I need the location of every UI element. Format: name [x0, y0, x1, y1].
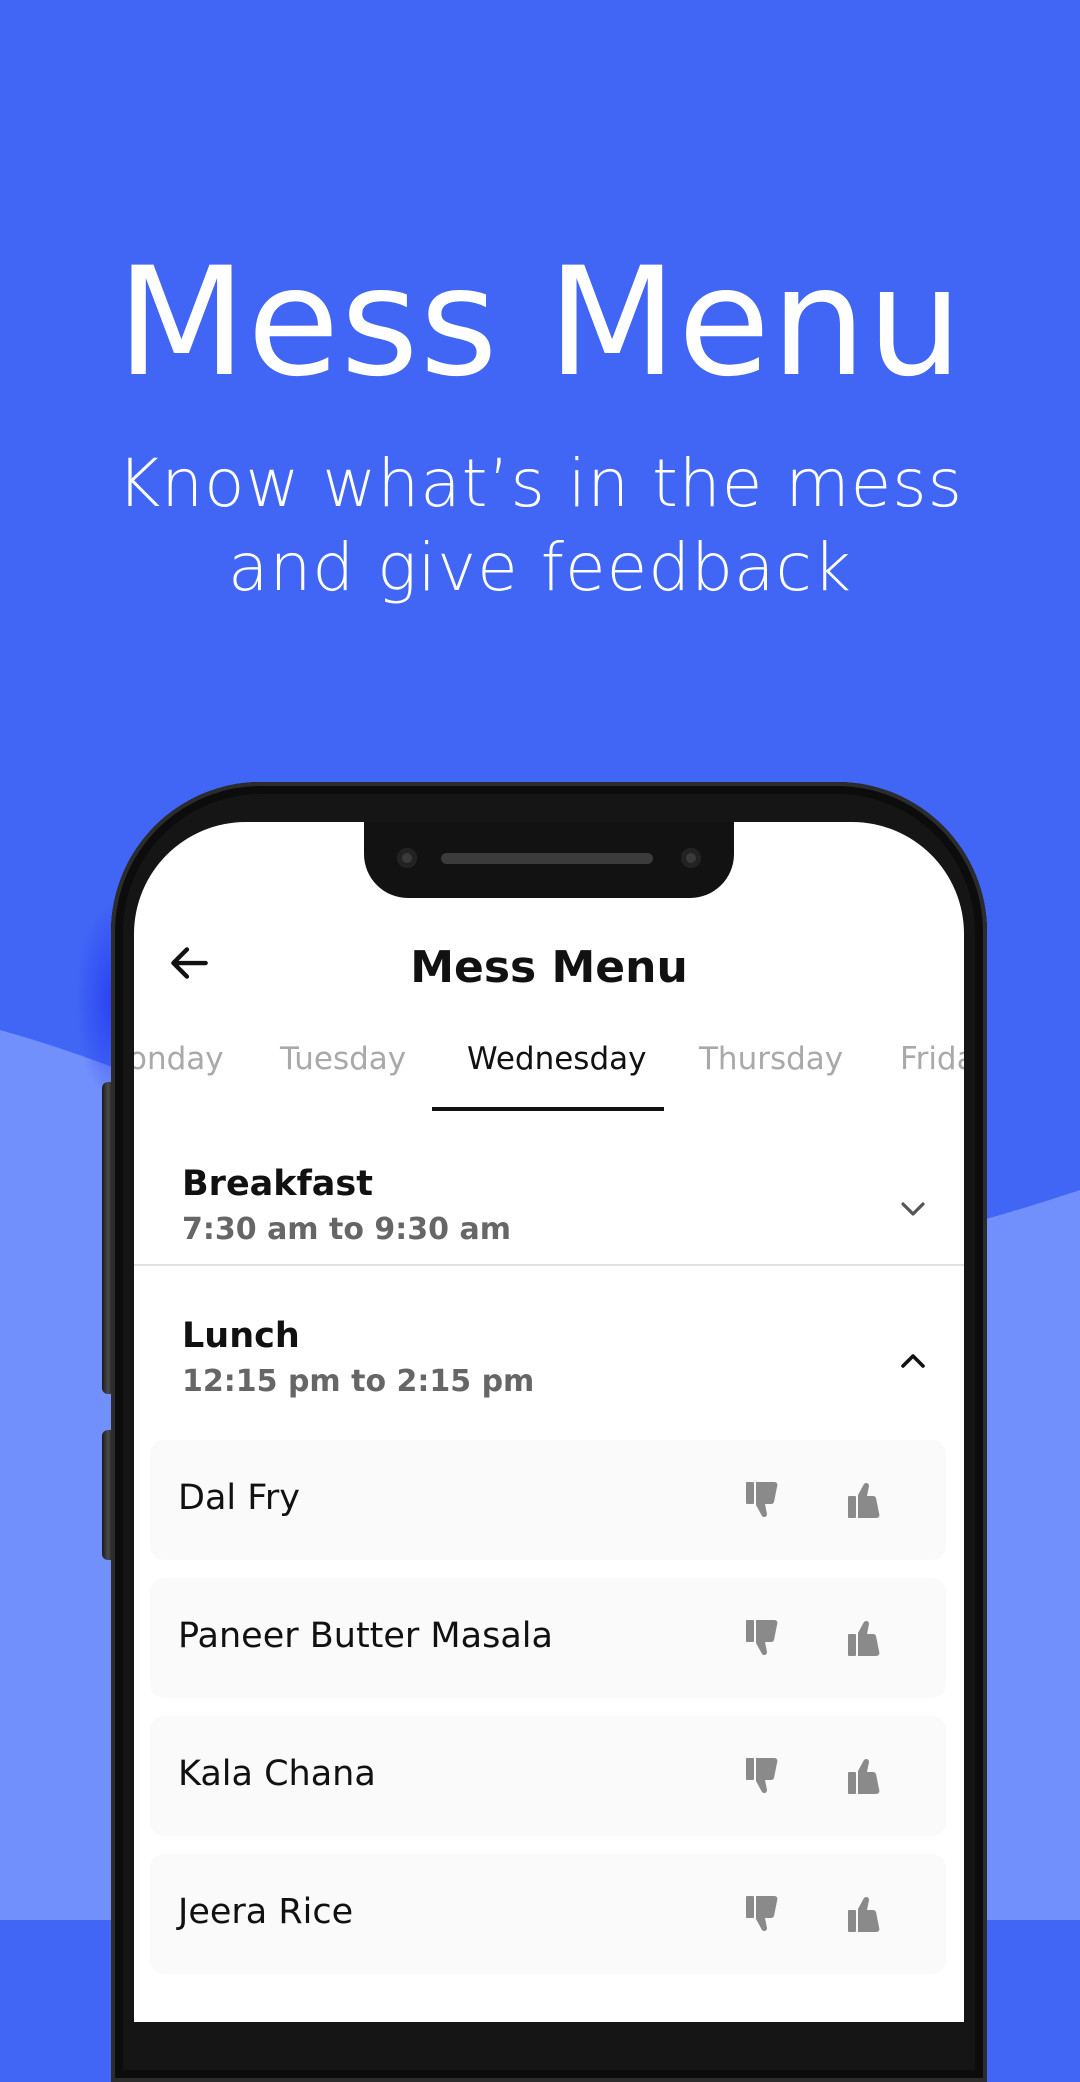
meal-section-lunch[interactable]: Lunch 12:15 pm to 2:15 pm	[134, 1292, 964, 1444]
hero-subtitle: Know what’s in the mess and give feedbac…	[90, 442, 990, 610]
dish-name: Jeera Rice	[178, 1892, 354, 1932]
meal-time: 7:30 am to 9:30 am	[182, 1212, 511, 1247]
section-divider	[134, 1264, 964, 1266]
thumbs-up-icon[interactable]	[842, 1890, 890, 1938]
dish-row: Paneer Butter Masala	[150, 1578, 946, 1698]
tab-tuesday[interactable]: Tuesday	[280, 1041, 406, 1077]
page-title: Mess Menu	[410, 942, 688, 993]
tab-wednesday[interactable]: Wednesday	[467, 1041, 646, 1077]
thumbs-down-icon[interactable]	[740, 1890, 788, 1938]
day-tabs: onday Tuesday Wednesday Thursday Frida	[134, 1027, 964, 1113]
tab-monday[interactable]: onday	[134, 1041, 224, 1077]
app-header: Mess Menu	[134, 910, 964, 1020]
dish-row: Kala Chana	[150, 1716, 946, 1836]
dish-row: Jeera Rice	[150, 1854, 946, 1974]
thumbs-down-icon[interactable]	[740, 1476, 788, 1524]
sensor-icon	[681, 848, 701, 868]
tab-thursday[interactable]: Thursday	[699, 1041, 843, 1077]
meal-section-breakfast[interactable]: Breakfast 7:30 am to 9:30 am	[134, 1140, 964, 1292]
phone-screen: Mess Menu onday Tuesday Wednesday Thursd…	[134, 822, 964, 2022]
thumbs-down-icon[interactable]	[740, 1614, 788, 1662]
hero-subtitle-line-1: Know what’s in the mess	[116, 445, 964, 522]
thumbs-down-icon[interactable]	[740, 1752, 788, 1800]
chevron-down-icon[interactable]	[894, 1190, 932, 1228]
phone-notch	[364, 822, 734, 898]
earpiece-speaker	[441, 853, 653, 864]
thumbs-up-icon[interactable]	[842, 1614, 890, 1662]
meal-name: Lunch	[182, 1316, 300, 1356]
thumbs-up-icon[interactable]	[842, 1752, 890, 1800]
dish-name: Paneer Butter Masala	[178, 1616, 553, 1656]
hero-title: Mess Menu	[116, 236, 964, 410]
meal-time: 12:15 pm to 2:15 pm	[182, 1364, 535, 1399]
hero-subtitle-line-2: and give feedback	[228, 529, 852, 606]
tab-friday[interactable]: Frida	[900, 1041, 964, 1077]
meal-name: Breakfast	[182, 1164, 373, 1204]
dish-row: Dal Fry	[150, 1440, 946, 1560]
chevron-up-icon[interactable]	[894, 1342, 932, 1380]
dish-name: Kala Chana	[178, 1754, 376, 1794]
front-camera-icon	[397, 848, 417, 868]
thumbs-up-icon[interactable]	[842, 1476, 890, 1524]
active-tab-indicator	[432, 1107, 664, 1111]
dish-name: Dal Fry	[178, 1478, 300, 1518]
